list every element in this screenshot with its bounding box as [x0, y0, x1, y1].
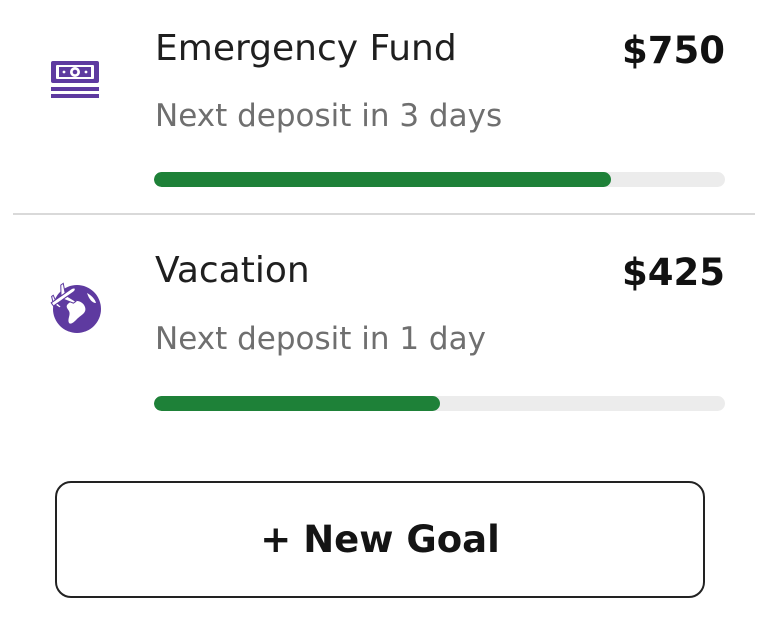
- globe-plane-icon: [46, 278, 104, 336]
- goal-next-deposit: Next deposit in 3 days: [155, 98, 503, 134]
- goal-progress-bar: [154, 172, 725, 187]
- goal-title: Emergency Fund: [155, 28, 457, 69]
- goal-item-vacation[interactable]: Vacation $425 Next deposit in 1 day: [0, 215, 768, 435]
- goal-progress-fill: [154, 396, 440, 411]
- new-goal-button[interactable]: + New Goal: [55, 481, 705, 598]
- new-goal-label: New Goal: [303, 518, 500, 561]
- goal-progress-bar: [154, 396, 725, 411]
- cash-icon: [46, 52, 104, 110]
- goal-progress-fill: [154, 172, 611, 187]
- goal-amount: $425: [622, 251, 725, 294]
- goal-next-deposit: Next deposit in 1 day: [155, 321, 486, 357]
- plus-icon: +: [260, 518, 292, 561]
- goal-title: Vacation: [155, 250, 310, 291]
- goal-item-emergency-fund[interactable]: Emergency Fund $750 Next deposit in 3 da…: [0, 0, 768, 213]
- goal-amount: $750: [622, 29, 725, 72]
